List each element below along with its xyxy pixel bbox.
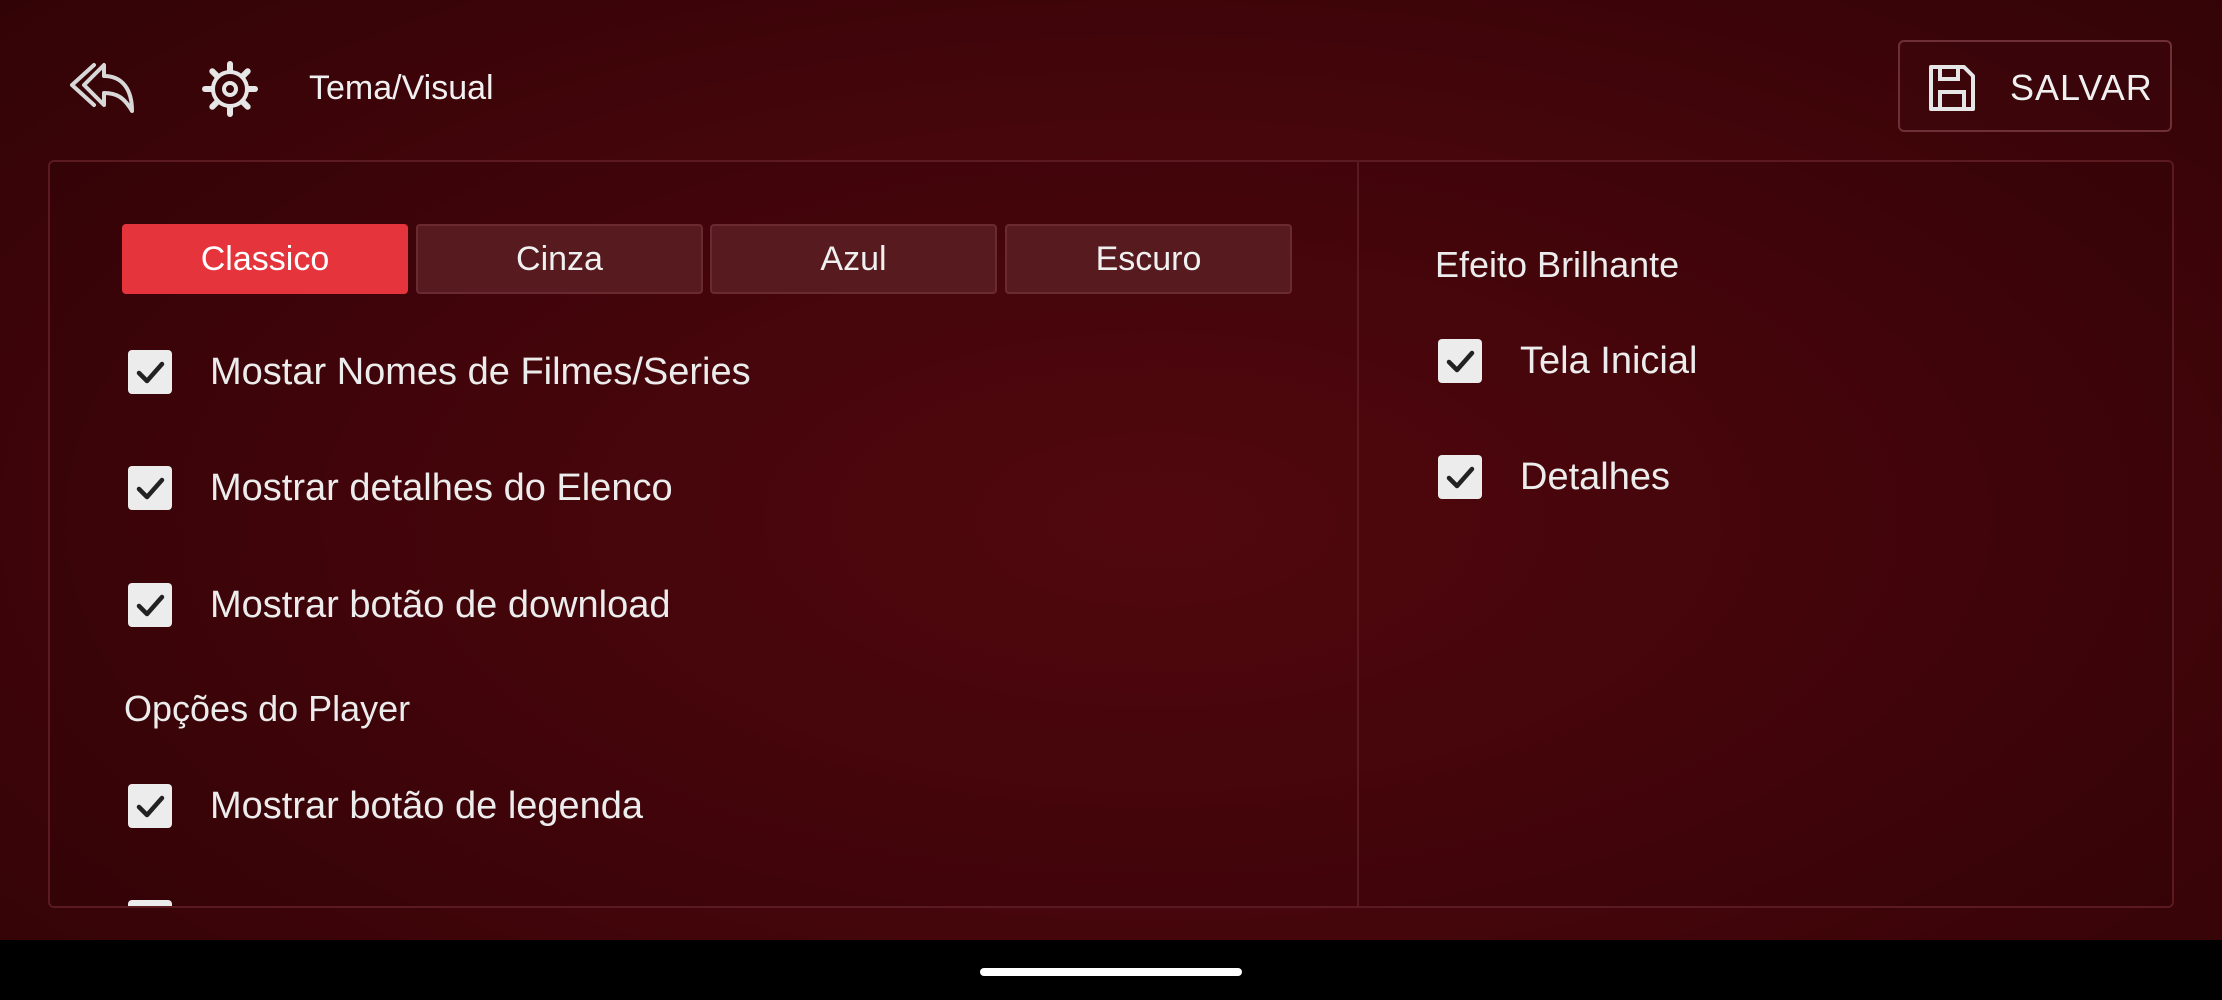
option-label: Tela Inicial (1520, 340, 1698, 382)
checkmark-icon (136, 361, 165, 384)
column-divider (1357, 162, 1359, 906)
settings-panel: Classico Cinza Azul Escuro Mostar Nomes … (48, 160, 2174, 908)
page-title: Tema/Visual (309, 69, 494, 107)
reply-back-icon (70, 63, 134, 113)
theme-tab-cinza[interactable]: Cinza (416, 224, 703, 294)
checkmark-icon (136, 594, 165, 617)
checkmark-icon (1446, 466, 1475, 489)
theme-tab-azul[interactable]: Azul (710, 224, 997, 294)
option-label: Mostrar botão de download (210, 584, 671, 626)
save-button-label: SALVAR (2010, 67, 2153, 108)
option-label: Mostrar opção de 21:9 (210, 898, 590, 906)
checkbox-checked[interactable] (1438, 455, 1482, 499)
floppy-save-icon (1929, 65, 1975, 111)
top-bar: Tema/Visual SALVAR (0, 0, 2222, 160)
checkmark-icon (136, 795, 165, 818)
gear-icon (199, 58, 261, 120)
option-label: Detalhes (1520, 456, 1670, 498)
back-button[interactable] (60, 55, 140, 121)
checkmark-icon (1446, 350, 1475, 373)
theme-tab-escuro[interactable]: Escuro (1005, 224, 1292, 294)
checkbox-checked[interactable] (1438, 339, 1482, 383)
checkmark-icon (128, 900, 172, 908)
checkbox-checked[interactable] (128, 784, 172, 828)
checkbox-checked[interactable] (128, 350, 172, 394)
option-label: Mostrar detalhes do Elenco (210, 467, 673, 509)
home-indicator[interactable] (980, 968, 1242, 976)
checkbox-checked[interactable] (128, 583, 172, 627)
player-options-heading: Opções do Player (124, 688, 411, 729)
checkmark-icon (136, 477, 165, 500)
checkbox-checked[interactable] (128, 900, 172, 908)
option-label: Mostar Nomes de Filmes/Series (210, 351, 751, 393)
checkbox-checked[interactable] (128, 466, 172, 510)
glow-effect-heading: Efeito Brilhante (1435, 244, 1680, 285)
option-label: Mostrar botão de legenda (210, 785, 644, 827)
theme-tab-classico[interactable]: Classico (122, 224, 408, 294)
system-nav-bar (0, 940, 2222, 1000)
save-button[interactable]: SALVAR (1898, 40, 2172, 132)
